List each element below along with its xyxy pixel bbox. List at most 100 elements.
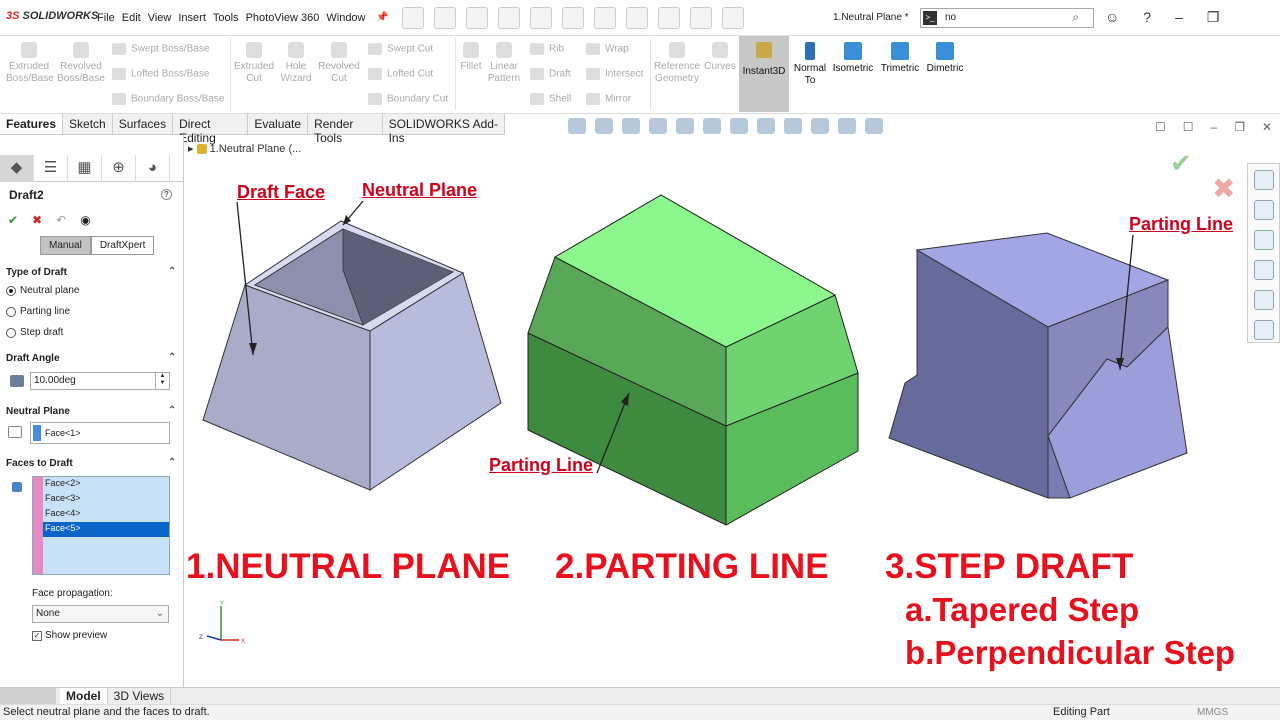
dynamic-annotation-icon[interactable] (676, 118, 694, 134)
tab-direct-editing[interactable]: Direct Editing (173, 114, 249, 145)
tab-render-tools[interactable]: Render Tools (308, 114, 383, 145)
pin-icon[interactable]: 📌 (376, 12, 388, 23)
show-preview-checkbox[interactable]: ✓ Show preview (32, 630, 107, 641)
tab-navigation-arrows[interactable] (0, 688, 56, 704)
lofted-cut-button[interactable]: Lofted Cut (368, 68, 433, 80)
help-icon[interactable]: ? (1143, 9, 1151, 26)
viewport-split-icon[interactable]: ☐ (1155, 120, 1166, 134)
open-icon[interactable] (466, 7, 488, 29)
revolved-boss-button[interactable]: Revolved Boss/Base (56, 42, 106, 85)
revolved-cut-button[interactable]: Revolved Cut (316, 42, 362, 85)
normal-to-button[interactable]: Normal To (792, 42, 828, 87)
neutral-plane-selection-box[interactable]: Face<1> (30, 422, 170, 444)
faces-to-draft-group[interactable]: Faces to Draft ⌃ (6, 457, 176, 469)
extruded-boss-button[interactable]: Extruded Boss/Base (6, 42, 54, 85)
tab-addins[interactable]: SOLIDWORKS Add-Ins (383, 114, 505, 145)
collapse-icon[interactable]: ⌃ (168, 405, 176, 416)
radio-parting-line[interactable]: Parting line (6, 306, 70, 317)
extruded-cut-button[interactable]: Extruded Cut (233, 42, 275, 85)
mirror-button[interactable]: Mirror (586, 93, 631, 105)
reference-geometry-button[interactable]: Reference Geometry (652, 42, 702, 85)
property-manager-tab-icon[interactable]: ☰ (34, 155, 68, 182)
fillet-button[interactable]: Fillet (458, 42, 484, 73)
previous-view-icon[interactable] (622, 118, 640, 134)
zoom-area-icon[interactable] (595, 118, 613, 134)
solidworks-logo[interactable]: 3S SOLIDWORKS (6, 10, 98, 22)
redo-icon[interactable] (594, 7, 616, 29)
display-icon[interactable] (865, 118, 883, 134)
command-search-input[interactable]: >_ no ⌕ (920, 8, 1094, 28)
options-gear-icon[interactable] (722, 7, 744, 29)
tab-model[interactable]: Model (60, 688, 108, 704)
design-library-icon[interactable] (1253, 200, 1274, 220)
draft-button[interactable]: Draft (530, 68, 571, 80)
lofted-boss-button[interactable]: Lofted Boss/Base (112, 68, 209, 80)
tab-surfaces[interactable]: Surfaces (113, 114, 174, 134)
type-of-draft-group[interactable]: Type of Draft ⌃ (6, 266, 176, 278)
menu-photoview[interactable]: PhotoView 360 (246, 12, 320, 24)
menu-edit[interactable]: Edit (122, 12, 141, 24)
hide-show-icon[interactable] (757, 118, 775, 134)
tab-3d-views[interactable]: 3D Views (108, 688, 172, 704)
instant3d-button[interactable]: Instant3D (739, 36, 789, 112)
menu-view[interactable]: View (148, 12, 172, 24)
menu-tools[interactable]: Tools (213, 12, 239, 24)
curves-button[interactable]: Curves (704, 42, 736, 73)
dimetric-button[interactable]: Dimetric (924, 42, 966, 75)
linear-pattern-button[interactable]: Linear Pattern (486, 42, 522, 85)
tab-features[interactable]: Features (0, 114, 64, 134)
minimize-icon[interactable]: – (1175, 9, 1183, 26)
view-palette-icon[interactable] (1253, 260, 1274, 280)
file-explorer-icon[interactable] (1253, 230, 1274, 250)
menu-window[interactable]: Window (326, 12, 365, 24)
viewport-close-icon[interactable]: ✕ (1262, 120, 1272, 134)
collapse-icon[interactable]: ⌃ (168, 266, 176, 277)
rebuild-icon[interactable] (658, 7, 680, 29)
collapse-icon[interactable]: ⌃ (168, 352, 176, 363)
configuration-manager-tab-icon[interactable]: ▦ (68, 155, 102, 182)
feature-manager-tab-icon[interactable]: ◆ (0, 155, 34, 182)
solidworks-resources-home-icon[interactable] (1253, 170, 1274, 190)
tab-sketch[interactable]: Sketch (63, 114, 113, 134)
radio-neutral-plane[interactable]: Neutral plane (6, 285, 79, 296)
breadcrumb[interactable]: ▸ 1.Neutral Plane (... (188, 142, 301, 155)
search-icon[interactable]: ⌕ (1072, 10, 1079, 25)
file-properties-icon[interactable] (690, 7, 712, 29)
zoom-to-fit-icon[interactable] (568, 118, 586, 134)
manual-mode-button[interactable]: Manual (40, 236, 91, 255)
draft-angle-input[interactable]: 10.00deg ▲ ▼ (30, 372, 170, 390)
angle-spinner[interactable]: ▲ ▼ (155, 373, 169, 389)
status-units[interactable]: MMGS (1197, 707, 1228, 718)
save-icon[interactable] (498, 7, 520, 29)
intersect-button[interactable]: Intersect (586, 68, 643, 80)
list-item[interactable]: Face<4> (43, 507, 169, 522)
radio-step-draft[interactable]: Step draft (6, 327, 63, 338)
collapse-icon[interactable]: ⌃ (168, 457, 176, 468)
undo-icon[interactable] (562, 7, 584, 29)
menu-file[interactable]: File (97, 12, 115, 24)
custom-properties-icon[interactable] (1253, 320, 1274, 340)
viewport-restore-icon[interactable]: ❐ (1234, 120, 1245, 134)
display-style-icon[interactable] (730, 118, 748, 134)
swept-boss-button[interactable]: Swept Boss/Base (112, 43, 209, 55)
boundary-boss-button[interactable]: Boundary Boss/Base (112, 93, 224, 105)
user-icon[interactable]: ☺ (1105, 9, 1119, 26)
list-item[interactable]: Face<3> (43, 492, 169, 507)
new-icon[interactable] (434, 7, 456, 29)
tab-evaluate[interactable]: Evaluate (248, 114, 309, 134)
dimxpert-tab-icon[interactable]: ⊕ (102, 155, 136, 182)
wrap-button[interactable]: Wrap (586, 43, 629, 55)
shell-button[interactable]: Shell (530, 93, 571, 105)
neutral-plane-group[interactable]: Neutral Plane ⌃ (6, 405, 176, 417)
home-icon[interactable] (402, 7, 424, 29)
list-item-selected[interactable]: Face<5> (43, 522, 169, 537)
hole-wizard-button[interactable]: Hole Wizard (278, 42, 314, 85)
trimetric-button[interactable]: Trimetric (878, 42, 922, 75)
boundary-cut-button[interactable]: Boundary Cut (368, 93, 448, 105)
select-icon[interactable] (626, 7, 648, 29)
help-icon[interactable]: ? (161, 189, 172, 200)
view-settings-icon[interactable] (838, 118, 856, 134)
faces-to-draft-list[interactable]: Face<2> Face<3> Face<4> Face<5> (32, 476, 170, 575)
reverse-direction-icon[interactable] (8, 426, 22, 438)
swept-cut-button[interactable]: Swept Cut (368, 43, 433, 55)
